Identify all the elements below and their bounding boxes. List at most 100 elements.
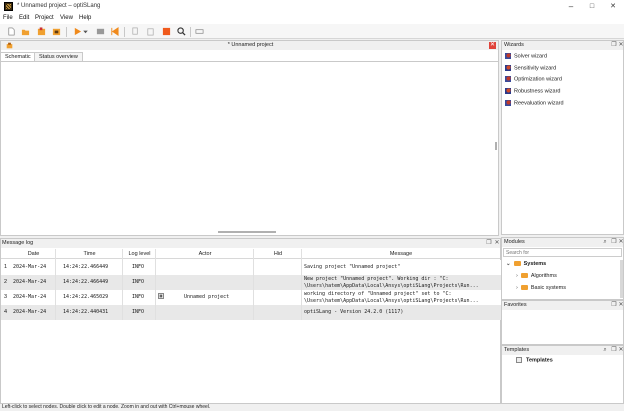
tab-schematic[interactable]: Schematic bbox=[0, 52, 36, 61]
folder-icon bbox=[520, 285, 528, 291]
reevaluation-wizard-icon bbox=[505, 100, 511, 106]
float-panel-icon[interactable]: ❐ bbox=[611, 302, 617, 308]
save-as-icon[interactable] bbox=[52, 27, 61, 36]
open-folder-icon[interactable] bbox=[21, 27, 30, 36]
wizard-item-robustness[interactable]: Robustness wizard bbox=[505, 88, 560, 94]
wizard-item-solver[interactable]: Solver wizard bbox=[505, 53, 547, 59]
cell-time: 14:24:22.466449 bbox=[63, 264, 109, 270]
close-panel-icon[interactable]: ✕ bbox=[618, 239, 624, 245]
run-dropdown-icon[interactable] bbox=[83, 27, 88, 36]
menu-file[interactable]: File bbox=[3, 15, 13, 21]
cell-date: 2024-Mar-24 bbox=[13, 279, 47, 285]
row-number: 1 bbox=[3, 264, 8, 270]
close-panel-icon[interactable]: ✕ bbox=[618, 42, 624, 48]
table-row[interactable]: 4 2024-Mar-24 14:24:22.440431 INFO optiS… bbox=[1, 305, 502, 320]
paste-icon[interactable] bbox=[146, 27, 155, 36]
cell-log-level: INFO bbox=[132, 279, 145, 285]
maximize-button[interactable]: □ bbox=[582, 1, 602, 12]
search-icon[interactable]: ⌕ bbox=[602, 239, 608, 245]
column-header-date[interactable]: Date bbox=[11, 249, 56, 259]
search-icon[interactable]: ⌕ bbox=[602, 347, 608, 353]
copy-icon[interactable] bbox=[131, 27, 140, 36]
cell-date: 2024-Mar-24 bbox=[13, 309, 47, 315]
cell-message: Saving project "Unnamed project" bbox=[304, 264, 401, 270]
chevron-right-icon[interactable]: › bbox=[516, 273, 518, 279]
cell-message: New project "Unnamed project". Working d… bbox=[304, 276, 449, 282]
modules-panel: Modules ⌕ ❐ ✕ ⌄ Systems › Algorithms › Basi… bbox=[501, 237, 624, 300]
cell-time: 14:24:22.465029 bbox=[63, 294, 109, 300]
chevron-right-icon[interactable]: › bbox=[516, 285, 518, 291]
modules-header: Modules ⌕ ❐ ✕ bbox=[502, 238, 624, 247]
cell-date: 2024-Mar-24 bbox=[13, 294, 47, 300]
close-project-icon[interactable]: ✕ bbox=[489, 42, 496, 49]
menu-edit[interactable]: Edit bbox=[19, 15, 29, 21]
stop-icon[interactable] bbox=[162, 27, 171, 36]
cell-time: 14:24:22.440431 bbox=[63, 309, 109, 315]
cell-log-level: INFO bbox=[132, 294, 145, 300]
message-log-panel: Message log ❐ ✕ Date Time Log level Acto… bbox=[0, 238, 502, 404]
column-header-time[interactable]: Time bbox=[56, 249, 123, 259]
close-panel-icon[interactable]: ✕ bbox=[618, 347, 624, 353]
wizards-panel: Wizards ❐ ✕ Solver wizard Sensitivity wi… bbox=[501, 40, 624, 235]
column-header-log-level[interactable]: Log level bbox=[123, 249, 156, 259]
save-icon[interactable] bbox=[37, 27, 46, 36]
wizards-title: Wizards bbox=[504, 42, 524, 48]
tree-item-systems[interactable]: ⌄ Systems bbox=[506, 261, 546, 267]
menu-help[interactable]: Help bbox=[79, 15, 91, 21]
wizard-item-reevaluation[interactable]: Reevaluation wizard bbox=[505, 100, 564, 106]
modules-search-input[interactable] bbox=[503, 248, 622, 257]
solver-wizard-icon bbox=[505, 53, 511, 59]
table-row[interactable]: 2 2024-Mar-24 14:24:22.466449 INFO New p… bbox=[1, 275, 502, 290]
monitoring-icon[interactable] bbox=[195, 27, 204, 36]
tree-label: Algorithms bbox=[530, 273, 557, 279]
table-row[interactable]: 3 2024-Mar-24 14:24:22.465029 INFO ▦ Unn… bbox=[1, 290, 502, 305]
wizard-label: Sensitivity wizard bbox=[514, 65, 557, 72]
wizard-item-sensitivity[interactable]: Sensitivity wizard bbox=[505, 65, 556, 71]
project-tabs: Schematic Status overview bbox=[0, 52, 499, 61]
tree-item-templates[interactable]: Templates bbox=[516, 357, 553, 363]
row-number: 2 bbox=[3, 279, 8, 285]
wizard-item-optimization[interactable]: Optimization wizard bbox=[505, 76, 562, 82]
splitter-handle[interactable] bbox=[218, 231, 276, 233]
search-icon[interactable] bbox=[177, 27, 186, 36]
splitter-handle[interactable] bbox=[495, 142, 497, 150]
chevron-down-icon[interactable]: ⌄ bbox=[506, 261, 511, 267]
new-project-icon[interactable] bbox=[7, 27, 16, 36]
toolbar bbox=[0, 24, 624, 39]
message-log-title: Message log bbox=[2, 240, 34, 246]
column-header-message[interactable]: Message bbox=[302, 249, 500, 259]
reset-icon[interactable] bbox=[110, 27, 119, 36]
app-logo-icon bbox=[4, 2, 13, 11]
cell-actor: Unnamed project bbox=[184, 294, 230, 300]
column-divider bbox=[253, 249, 254, 320]
run-icon[interactable] bbox=[73, 27, 82, 36]
close-panel-icon[interactable]: ✕ bbox=[618, 302, 624, 308]
minimize-button[interactable]: – bbox=[561, 1, 581, 12]
menu-view[interactable]: View bbox=[60, 15, 73, 21]
schematic-canvas[interactable] bbox=[0, 61, 499, 236]
table-row[interactable]: 1 2024-Mar-24 14:24:22.466449 INFO Savin… bbox=[1, 260, 502, 275]
cell-time: 14:24:22.466449 bbox=[63, 279, 109, 285]
window-title: * Unnamed project – optiSLang bbox=[17, 3, 101, 9]
tab-status-overview[interactable]: Status overview bbox=[34, 52, 83, 61]
column-header-hid[interactable]: Hid bbox=[254, 249, 302, 259]
float-panel-icon[interactable]: ❐ bbox=[611, 239, 617, 245]
close-panel-icon[interactable]: ✕ bbox=[494, 240, 500, 246]
scrollbar[interactable] bbox=[620, 260, 623, 298]
wizard-label: Solver wizard bbox=[514, 53, 548, 60]
stop-after-icon[interactable] bbox=[96, 27, 105, 36]
title-bar: * Unnamed project – optiSLang – □ ✕ bbox=[0, 0, 624, 14]
template-icon bbox=[516, 357, 522, 363]
toolbar-separator bbox=[124, 27, 125, 37]
tree-item-algorithms[interactable]: › Algorithms bbox=[516, 273, 557, 279]
tree-item-basic-systems[interactable]: › Basic systems bbox=[516, 285, 566, 291]
status-text: Left-click to select nodes. Double click… bbox=[2, 404, 211, 410]
float-panel-icon[interactable]: ❐ bbox=[486, 240, 492, 246]
menu-project[interactable]: Project bbox=[35, 15, 54, 21]
close-button[interactable]: ✕ bbox=[603, 1, 623, 12]
column-header-actor[interactable]: Actor bbox=[156, 249, 254, 259]
float-panel-icon[interactable]: ❐ bbox=[611, 42, 617, 48]
float-panel-icon[interactable]: ❐ bbox=[611, 347, 617, 353]
folder-icon bbox=[520, 273, 528, 279]
tree-label: Templates bbox=[526, 357, 553, 364]
